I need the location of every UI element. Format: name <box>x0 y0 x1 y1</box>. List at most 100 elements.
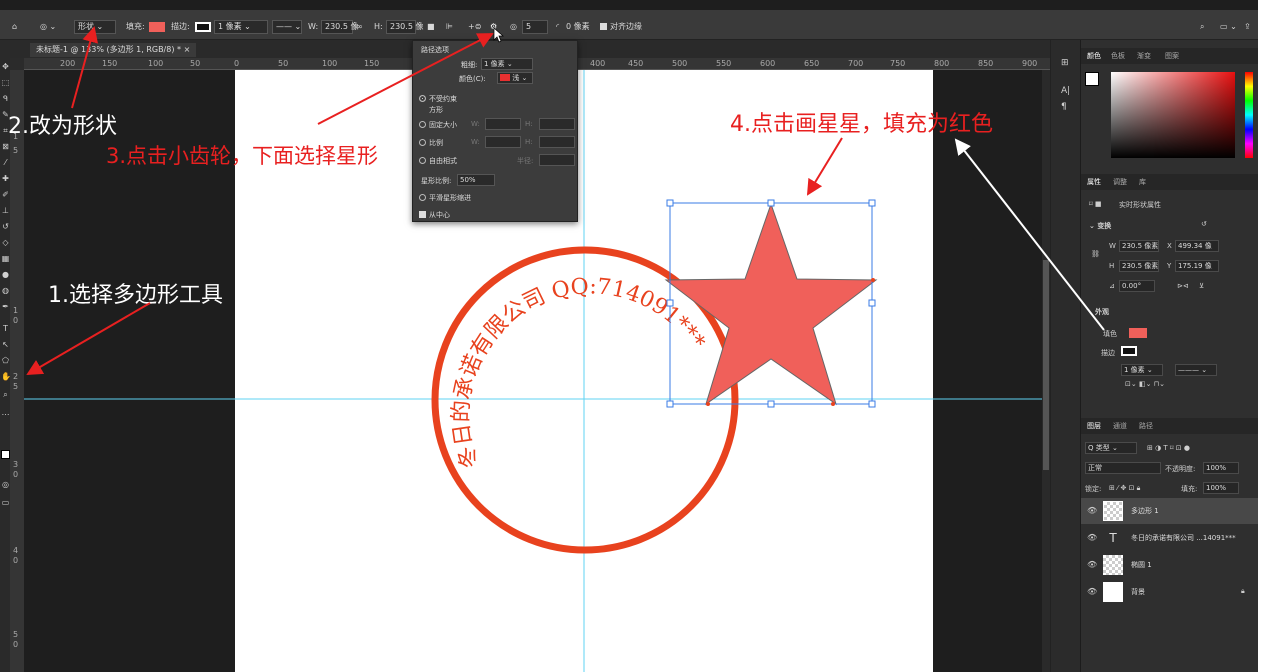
more-tools-icon[interactable]: ⋯ <box>1 410 10 419</box>
width-field[interactable]: 230.5 像素 <box>1119 240 1159 252</box>
scrollbar-thumb[interactable] <box>1043 260 1049 470</box>
lasso-tool-icon[interactable]: ᑫ <box>1 94 10 103</box>
stroke-swatch[interactable] <box>195 22 211 32</box>
link-dimensions-icon[interactable]: ⛓ <box>1091 250 1100 258</box>
path-alignment-icon[interactable]: ⊫ <box>446 20 453 34</box>
blur-tool-icon[interactable]: ● <box>1 270 10 279</box>
sides-field[interactable]: 5 <box>522 20 548 34</box>
stroke-width-field[interactable]: 1 像素 ⌄ <box>214 20 268 34</box>
reset-icon[interactable]: ↺ <box>1201 220 1207 228</box>
layer-row[interactable]: 👁︎ T 冬日的承诺有限公司 ...14091*** <box>1081 525 1259 551</box>
move-tool-icon[interactable]: ✥ <box>1 62 10 71</box>
layer-row[interactable]: 👁︎ 多边形 1 <box>1081 498 1259 524</box>
stamp-tool-icon[interactable]: ⊥ <box>1 206 10 215</box>
link-icon[interactable]: ∞ <box>356 20 363 34</box>
opacity-field[interactable]: 100% <box>1203 462 1239 474</box>
visibility-eye-icon[interactable]: 👁︎ <box>1087 533 1097 542</box>
width-field[interactable]: 230.5 像 <box>321 20 358 34</box>
radio-unconstrained[interactable]: 不受约束 <box>419 94 457 104</box>
align-edges-checkbox[interactable]: 对齐边缘 <box>600 20 642 34</box>
height-field[interactable]: 230.5 像素 <box>1119 260 1159 272</box>
stroke-color-swatch[interactable] <box>1121 346 1137 356</box>
hue-slider[interactable] <box>1245 72 1253 158</box>
tab-properties[interactable]: 属性 <box>1087 177 1101 187</box>
gradient-tool-icon[interactable]: ▦ <box>1 254 10 263</box>
workspace-icon[interactable]: ▭ ⌄ <box>1220 20 1237 34</box>
from-center-checkbox[interactable]: 从中心 <box>419 210 450 220</box>
screen-mode-icon[interactable]: ▭ <box>1 498 10 507</box>
layer-kind-filter[interactable]: Q 类型 ⌄ <box>1085 442 1137 454</box>
stroke-width-field[interactable]: 1 像素 ⌄ <box>1121 364 1163 376</box>
marquee-tool-icon[interactable]: ⬚ <box>1 78 10 87</box>
brush-tool-icon[interactable]: ✐ <box>1 190 10 199</box>
tab-gradients[interactable]: 渐变 <box>1137 51 1151 61</box>
radius-field[interactable] <box>539 154 575 166</box>
height-field[interactable]: 230.5 像 <box>386 20 423 34</box>
corner-radius-value[interactable]: 0 像素 <box>566 20 590 34</box>
foreground-color-swatch[interactable] <box>1 450 10 459</box>
layer-filter-icons[interactable]: ⊞ ◑ T ⌑ ⊡ ● <box>1147 444 1190 452</box>
star-ratio-field[interactable]: 50% <box>457 174 495 186</box>
fixed-h-field[interactable] <box>539 118 575 130</box>
blend-mode-select[interactable]: 正常 <box>1085 462 1161 474</box>
stroke-type-select[interactable]: ——— ⌄ <box>1175 364 1217 376</box>
radio-proportional[interactable]: 比例 <box>419 138 443 148</box>
star-shape[interactable] <box>664 202 878 406</box>
tab-channels[interactable]: 通道 <box>1113 421 1127 431</box>
path-operations-icon[interactable]: ■ <box>427 20 435 34</box>
layer-row[interactable]: 👁︎ 椭圆 1 <box>1081 552 1259 578</box>
path-select-tool-icon[interactable]: ↖ <box>1 340 10 349</box>
frame-tool-icon[interactable]: ⊠ <box>1 142 10 151</box>
history-icon[interactable]: ⊞ <box>1061 58 1069 68</box>
stroke-type-select[interactable]: —— ⌄ <box>272 20 302 34</box>
lock-icons[interactable]: ⊞ ⁄ ✥ ⊡ 🔒︎ <box>1109 484 1140 493</box>
healing-tool-icon[interactable]: ✚ <box>1 174 10 183</box>
layer-row[interactable]: 👁︎ 背景 🔒︎ <box>1081 579 1259 605</box>
tab-libraries[interactable]: 库 <box>1139 177 1146 187</box>
color-select[interactable]: 浅 ⌄ <box>497 72 533 84</box>
x-field[interactable]: 499.34 像 <box>1175 240 1219 252</box>
stroke-align-icons[interactable]: ⊡⌄ ◧⌄ ⊓⌄ <box>1125 380 1165 388</box>
color-picker-field[interactable] <box>1111 72 1235 158</box>
tool-mode-select[interactable]: 形状 ⌄ <box>74 20 116 34</box>
zoom-tool-icon[interactable]: ⌕ <box>1 390 10 399</box>
share-icon[interactable]: ⇪ <box>1244 20 1251 34</box>
history-brush-tool-icon[interactable]: ↺ <box>1 222 10 231</box>
home-icon[interactable]: ⌂ <box>12 20 17 34</box>
angle-field[interactable]: 0.00° <box>1119 280 1155 292</box>
dodge-tool-icon[interactable]: ◍ <box>1 286 10 295</box>
pen-tool-icon[interactable]: ✒ <box>1 302 10 311</box>
tab-color[interactable]: 颜色 <box>1087 51 1101 61</box>
eyedropper-tool-icon[interactable]: ⁄ <box>1 158 10 167</box>
paragraph-icon[interactable]: ¶ <box>1061 102 1067 112</box>
flip-horizontal-icon[interactable]: ⊳⊲ <box>1177 282 1189 290</box>
tab-swatches[interactable]: 色板 <box>1111 51 1125 61</box>
visibility-eye-icon[interactable]: 👁︎ <box>1087 587 1097 596</box>
polygon-tool-icon[interactable]: ⬠ <box>1 356 10 365</box>
tab-patterns[interactable]: 图案 <box>1165 51 1179 61</box>
fill-percent-field[interactable]: 100% <box>1203 482 1239 494</box>
tab-paths[interactable]: 路径 <box>1139 421 1153 431</box>
type-tool-icon[interactable]: T <box>1 324 10 333</box>
radio-fixed-size[interactable]: 固定大小 <box>419 120 457 130</box>
close-icon[interactable]: × <box>184 45 191 54</box>
search-icon[interactable]: ⌕ <box>1200 20 1204 34</box>
flip-vertical-icon[interactable]: ⊻ <box>1199 282 1204 290</box>
ratio-w-field[interactable] <box>485 136 521 148</box>
visibility-eye-icon[interactable]: 👁︎ <box>1087 560 1097 569</box>
polygon-tool-preset-icon[interactable]: ◎ ⌄ <box>40 20 56 34</box>
tab-adjustments[interactable]: 调整 <box>1113 177 1127 187</box>
eraser-tool-icon[interactable]: ◇ <box>1 238 10 247</box>
fixed-w-field[interactable] <box>485 118 521 130</box>
y-field[interactable]: 175.19 像 <box>1175 260 1219 272</box>
quick-mask-icon[interactable]: ◎ <box>1 480 10 489</box>
radio-from-center[interactable]: 自由相式 <box>419 156 457 166</box>
tab-layers[interactable]: 图层 <box>1087 421 1101 431</box>
character-icon[interactable]: A| <box>1061 86 1070 96</box>
fill-color-swatch[interactable] <box>1129 328 1147 338</box>
thickness-field[interactable]: 1 像素 ⌄ <box>481 58 533 70</box>
fill-swatch[interactable] <box>149 22 165 32</box>
radio-square[interactable]: 方形 <box>429 105 443 115</box>
document-tab[interactable]: 未标题-1 @ 133% (多边形 1, RGB/8) * × <box>30 43 197 57</box>
visibility-eye-icon[interactable]: 👁︎ <box>1087 506 1097 515</box>
